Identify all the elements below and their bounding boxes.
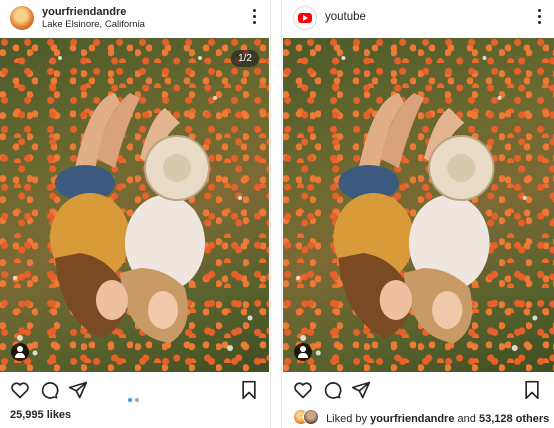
- liked-by-and: and: [457, 413, 476, 425]
- photo-illustration: [296, 56, 538, 356]
- comment-icon[interactable]: [322, 380, 342, 400]
- user-tag-icon[interactable]: [11, 343, 29, 361]
- action-bar: [0, 378, 269, 404]
- user-tag-icon[interactable]: [294, 343, 312, 361]
- location[interactable]: Lake Elsinore, California: [42, 19, 145, 30]
- like-count[interactable]: 25,995 likes: [10, 409, 71, 421]
- photo-counter-badge: 1/2: [231, 50, 259, 67]
- photo-illustration: [13, 56, 253, 356]
- username[interactable]: youtube: [325, 11, 366, 23]
- instagram-post-right: youtube Liked by yourfriendandre and 53,…: [283, 0, 554, 428]
- instagram-post-left: yourfriendandre Lake Elsinore, Californi…: [0, 0, 269, 428]
- more-options-icon[interactable]: [538, 9, 542, 27]
- youtube-logo[interactable]: [293, 6, 317, 30]
- bookmark-icon[interactable]: [239, 380, 259, 400]
- liked-by-line: Liked by yourfriendandre and 53,128 othe…: [293, 409, 549, 425]
- liked-by-username[interactable]: yourfriendandre: [370, 413, 454, 425]
- panel-divider: [270, 0, 282, 428]
- bookmark-icon[interactable]: [522, 380, 542, 400]
- carousel-dot: [135, 398, 139, 402]
- post-photo[interactable]: 1/2: [0, 38, 269, 372]
- heart-icon[interactable]: [293, 380, 313, 400]
- avatar[interactable]: [10, 6, 34, 30]
- post-header: yourfriendandre Lake Elsinore, Californi…: [0, 0, 269, 38]
- carousel-dots: [128, 389, 142, 407]
- action-bar: [283, 378, 554, 404]
- heart-icon[interactable]: [10, 380, 30, 400]
- username[interactable]: yourfriendandre: [42, 6, 126, 18]
- more-options-icon[interactable]: [253, 9, 257, 27]
- liked-by-others[interactable]: 53,128 others: [479, 413, 549, 425]
- liked-by-prefix: Liked by: [326, 413, 368, 425]
- send-icon[interactable]: [351, 380, 371, 400]
- carousel-dot-active: [128, 398, 132, 402]
- send-icon[interactable]: [68, 380, 88, 400]
- liker-avatar: [303, 409, 319, 425]
- post-header: youtube: [283, 0, 554, 38]
- comment-icon[interactable]: [39, 380, 59, 400]
- post-photo[interactable]: [283, 38, 554, 372]
